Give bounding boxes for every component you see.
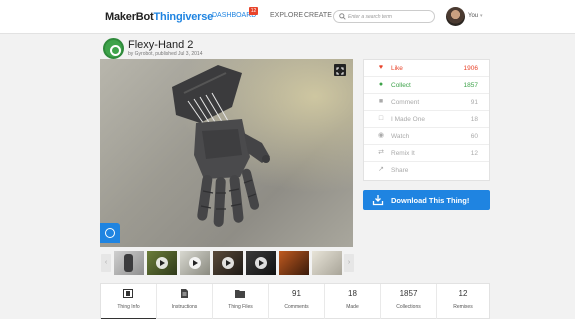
- tab-thing-info-label: Thing Info: [117, 304, 140, 310]
- thumbnail-video-3[interactable]: [180, 251, 210, 275]
- chevron-down-icon[interactable]: ▾: [480, 13, 483, 19]
- thumbnail-1[interactable]: [114, 251, 144, 275]
- share-button[interactable]: ↗ Share: [364, 162, 489, 179]
- download-icon: [372, 195, 384, 206]
- creator-logo-icon[interactable]: [103, 38, 124, 59]
- remix-count: 12: [470, 150, 478, 157]
- remix-label: Remix It: [391, 150, 415, 157]
- like-count: 1906: [463, 65, 478, 72]
- top-navigation-bar: MakerBotThingiverse DASHBOARD 12 EXPLORE…: [0, 0, 575, 34]
- tab-made[interactable]: 18 Made: [325, 284, 381, 319]
- watch-button[interactable]: ◉ Watch 60: [364, 128, 489, 145]
- thumbnail-next-button[interactable]: ›: [344, 254, 354, 272]
- expand-icon: [336, 67, 344, 75]
- search-input[interactable]: [348, 12, 432, 22]
- remix-button[interactable]: ⇄ Remix It 12: [364, 145, 489, 162]
- tab-thing-files[interactable]: Thing Files: [213, 284, 269, 319]
- collect-label: Collect: [391, 82, 411, 89]
- tab-collections-count: 1857: [399, 289, 418, 298]
- search-box: [333, 10, 435, 23]
- main-thing-image[interactable]: [100, 59, 353, 247]
- tab-instructions[interactable]: Instructions: [157, 284, 213, 319]
- tab-comments[interactable]: 91 Comments: [269, 284, 325, 319]
- thumbnail-7[interactable]: [312, 251, 342, 275]
- tab-made-label: Made: [346, 304, 359, 310]
- tab-made-count: 18: [348, 289, 357, 298]
- thing-actions-panel: ♥ Like 1906 ● Collect 1857 ■ Comment 91 …: [363, 59, 490, 181]
- user-menu-label[interactable]: You: [468, 13, 478, 19]
- comment-button[interactable]: ■ Comment 91: [364, 94, 489, 111]
- thing-tabs: Thing Info Instructions Thing Files 91 C…: [100, 283, 490, 319]
- like-button[interactable]: ♥ Like 1906: [364, 60, 489, 77]
- play-icon: [255, 257, 267, 269]
- collect-button[interactable]: ● Collect 1857: [364, 77, 489, 94]
- tab-instructions-label: Instructions: [171, 304, 198, 310]
- eye-icon: ◉: [377, 132, 385, 139]
- logo-thingiverse-text: Thingiverse: [153, 11, 214, 23]
- tab-comments-count: 91: [292, 289, 301, 298]
- tab-thing-files-label: Thing Files: [228, 304, 253, 310]
- collect-count: 1857: [463, 82, 478, 89]
- made-icon: □: [378, 115, 384, 122]
- thumbnail-6[interactable]: [279, 251, 309, 275]
- tab-comments-label: Comments: [284, 304, 309, 310]
- document-icon: [181, 289, 188, 298]
- thing-byline: by Gyrobot, published Jul 3, 2014: [128, 51, 203, 57]
- tab-thing-info[interactable]: Thing Info: [101, 284, 157, 319]
- dashboard-notification-badge: 12: [249, 7, 258, 15]
- collect-icon: ●: [378, 81, 384, 88]
- prosthetic-hand-photo: [172, 65, 270, 227]
- play-icon: [222, 257, 234, 269]
- watch-count: 60: [470, 133, 478, 140]
- made-count: 18: [470, 116, 478, 123]
- tab-collections[interactable]: 1857 Collections: [381, 284, 437, 319]
- download-label: Download This Thing!: [391, 196, 470, 205]
- share-icon: ↗: [378, 166, 384, 173]
- comment-icon: ■: [378, 98, 384, 105]
- thumbnail-video-5[interactable]: [246, 251, 276, 275]
- expand-fullscreen-button[interactable]: [334, 64, 346, 76]
- chevron-left-icon: ‹: [104, 259, 108, 266]
- nav-explore[interactable]: EXPLORE: [270, 12, 303, 19]
- user-avatar[interactable]: [446, 7, 465, 26]
- tab-remixes[interactable]: 12 Remixes: [437, 284, 489, 319]
- thumbnail-video-4[interactable]: [213, 251, 243, 275]
- comment-count: 91: [470, 99, 478, 106]
- watch-label: Watch: [391, 133, 410, 140]
- remix-icon: ⇄: [378, 149, 384, 156]
- tab-remixes-label: Remixes: [453, 304, 473, 310]
- logo-makerbot-text: MakerBot: [105, 11, 154, 23]
- folder-icon: [235, 290, 245, 298]
- tab-remixes-count: 12: [458, 289, 468, 298]
- thing-title: Flexy-Hand 2: [128, 39, 194, 51]
- nav-create[interactable]: CREATE: [304, 12, 332, 19]
- heart-icon: ♥: [378, 64, 384, 71]
- i-made-one-button[interactable]: □ I Made One 18: [364, 111, 489, 128]
- comment-label: Comment: [391, 99, 420, 106]
- play-icon: [156, 257, 168, 269]
- download-button[interactable]: Download This Thing!: [363, 190, 490, 210]
- tab-collections-label: Collections: [396, 304, 421, 310]
- i-made-one-label: I Made One: [391, 116, 425, 123]
- chevron-right-icon: ›: [347, 259, 351, 266]
- featured-badge-button[interactable]: [100, 223, 120, 243]
- info-icon: [123, 289, 133, 298]
- thumbnail-prev-button[interactable]: ‹: [101, 254, 111, 272]
- search-icon: [339, 13, 346, 20]
- thumbnail-video-2[interactable]: [147, 251, 177, 275]
- like-label: Like: [391, 65, 403, 72]
- badge-icon: [105, 228, 115, 238]
- play-icon: [189, 257, 201, 269]
- share-label: Share: [391, 167, 409, 174]
- makerbot-thingiverse-logo[interactable]: MakerBotThingiverse: [105, 11, 213, 23]
